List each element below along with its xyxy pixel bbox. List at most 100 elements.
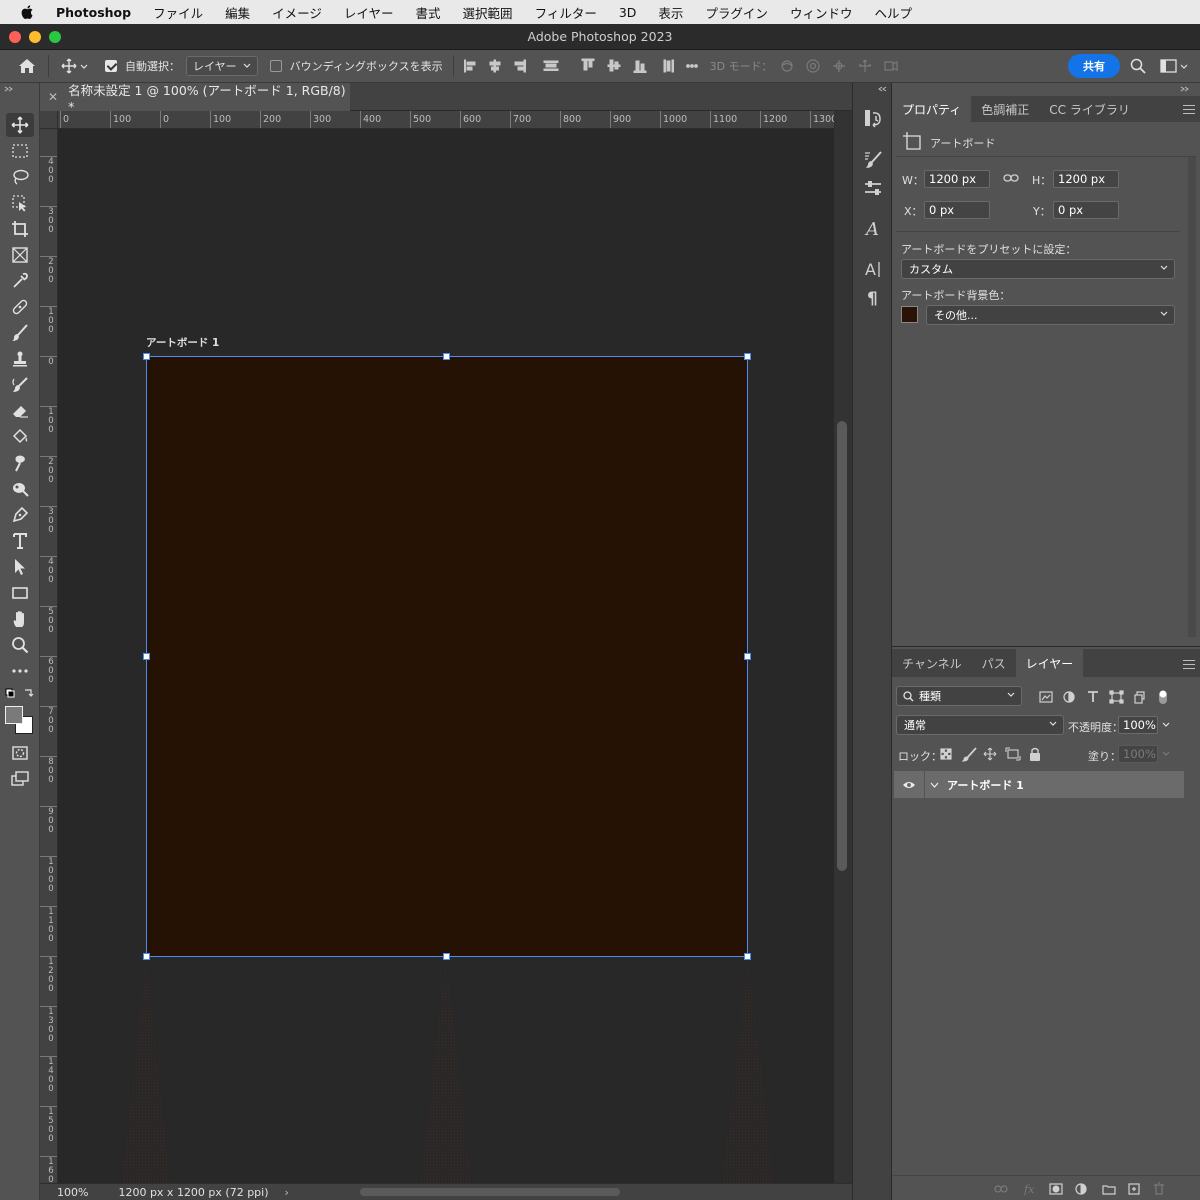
resize-handle-top[interactable]	[443, 353, 450, 360]
artboard[interactable]	[143, 353, 751, 960]
layer-row[interactable]: アートボード 1	[894, 771, 1184, 798]
search-icon[interactable]	[1130, 55, 1146, 77]
auto-select-checkbox[interactable]	[105, 60, 117, 72]
screen-mode-button[interactable]	[6, 767, 34, 791]
chevron-down-icon[interactable]	[1162, 722, 1170, 728]
lasso-tool[interactable]	[6, 165, 34, 189]
eye-icon[interactable]	[902, 780, 916, 790]
adjustments-button[interactable]	[857, 175, 889, 201]
menu-file[interactable]: ファイル	[153, 3, 203, 22]
menu-help[interactable]: ヘルプ	[874, 3, 912, 22]
hand-tool[interactable]	[6, 607, 34, 631]
resize-handle-bottom-left[interactable]	[143, 953, 150, 960]
eyedropper-tool[interactable]	[6, 269, 34, 293]
resize-handle-top-left[interactable]	[143, 353, 150, 360]
marquee-tool[interactable]	[6, 139, 34, 163]
properties-scrollbar[interactable]	[1188, 157, 1196, 637]
resize-handle-left[interactable]	[143, 653, 150, 660]
preset-dropdown[interactable]: カスタム	[901, 259, 1175, 279]
opacity-field[interactable]: 100%	[1118, 716, 1158, 734]
layer-action-icons[interactable]: fx	[994, 1182, 1174, 1196]
bg-color-dropdown[interactable]: その他...	[926, 305, 1175, 325]
smudge-tool[interactable]	[6, 451, 34, 475]
healing-brush-tool[interactable]	[6, 295, 34, 319]
resize-handle-top-right[interactable]	[744, 353, 751, 360]
edit-toolbar-button[interactable]	[6, 659, 34, 683]
menu-filter[interactable]: フィルター	[535, 3, 597, 22]
home-icon[interactable]	[18, 55, 36, 77]
crop-tool[interactable]	[6, 217, 34, 241]
blend-mode-dropdown[interactable]: 通常	[896, 715, 1064, 735]
artboard-label[interactable]: アートボード 1	[146, 335, 219, 350]
resize-handle-bottom-right[interactable]	[744, 953, 751, 960]
brush-settings-button[interactable]	[857, 147, 889, 173]
minimize-window-button[interactable]	[29, 31, 41, 43]
history-panel-button[interactable]	[857, 105, 889, 131]
y-field[interactable]: 0 px	[1053, 201, 1119, 219]
tab-cc-libraries[interactable]: CC ライブラリ	[1039, 96, 1140, 122]
history-brush-tool[interactable]	[6, 373, 34, 397]
fill-field[interactable]: 100%	[1118, 745, 1158, 763]
brush-tool[interactable]	[6, 321, 34, 345]
quick-mask-button[interactable]	[6, 741, 34, 765]
close-window-button[interactable]	[9, 31, 21, 43]
height-field[interactable]: 1200 px	[1053, 170, 1119, 188]
frame-tool[interactable]	[6, 243, 34, 267]
panel-menu-icon[interactable]	[1183, 105, 1195, 114]
type-tool[interactable]	[6, 529, 34, 553]
expand-panels-icon[interactable]	[878, 86, 888, 92]
character-panel-button[interactable]: A	[857, 256, 889, 282]
menu-select[interactable]: 選択範囲	[463, 3, 513, 22]
scrollbar-thumb[interactable]	[837, 421, 847, 871]
swap-colors-icon[interactable]	[5, 688, 35, 700]
menu-image[interactable]: イメージ	[272, 3, 322, 22]
path-selection-tool[interactable]	[6, 555, 34, 579]
move-tool-preset-icon[interactable]	[61, 55, 93, 77]
workspace-icon[interactable]	[1160, 55, 1190, 77]
paragraph-panel-button[interactable]: ¶	[857, 284, 889, 310]
clone-stamp-tool[interactable]	[6, 347, 34, 371]
tab-layers[interactable]: レイヤー	[1015, 649, 1084, 677]
layer-filter-icons[interactable]	[1038, 689, 1178, 705]
link-icon[interactable]	[1003, 173, 1019, 183]
width-field[interactable]: 1200 px	[924, 170, 990, 188]
share-button[interactable]: 共有	[1068, 54, 1120, 78]
resize-handle-bottom[interactable]	[443, 953, 450, 960]
foreground-color-swatch[interactable]	[5, 706, 23, 724]
zoom-level[interactable]: 100%	[57, 1186, 88, 1199]
chevron-down-icon[interactable]	[930, 782, 939, 788]
tab-adjustments[interactable]: 色調補正	[971, 96, 1039, 122]
horizontal-scrollbar[interactable]	[360, 1188, 620, 1196]
glyphs-button[interactable]: A	[857, 215, 889, 241]
menu-3d[interactable]: 3D	[619, 5, 637, 20]
tab-properties[interactable]: プロパティ	[892, 96, 972, 122]
app-menu[interactable]: Photoshop	[56, 5, 131, 20]
collapse-icon[interactable]	[4, 86, 14, 92]
dodge-tool[interactable]	[6, 477, 34, 501]
vertical-scrollbar[interactable]	[834, 111, 852, 1183]
zoom-tool[interactable]	[6, 633, 34, 657]
canvas-area[interactable]: アートボード 1	[58, 129, 834, 1183]
color-swatches[interactable]	[5, 706, 35, 736]
menu-layer[interactable]: レイヤー	[344, 3, 394, 22]
eraser-tool[interactable]	[6, 399, 34, 423]
document-tab[interactable]: ✕ 名称未設定 1 @ 100% (アートボード 1, RGB/8) *	[40, 83, 350, 114]
paint-bucket-tool[interactable]	[6, 425, 34, 449]
close-tab-icon[interactable]: ✕	[48, 90, 58, 104]
x-field[interactable]: 0 px	[924, 201, 990, 219]
object-select-tool[interactable]	[6, 191, 34, 215]
bounding-box-checkbox[interactable]	[269, 60, 282, 72]
collapse-panel-icon[interactable]	[1180, 86, 1190, 92]
maximize-window-button[interactable]	[49, 31, 61, 43]
menu-edit[interactable]: 編集	[225, 3, 250, 22]
bg-color-swatch[interactable]	[901, 306, 918, 323]
rectangle-tool[interactable]	[6, 581, 34, 605]
menu-window[interactable]: ウィンドウ	[790, 3, 853, 22]
tab-channels[interactable]: チャンネル	[892, 649, 972, 677]
pen-tool[interactable]	[6, 503, 34, 527]
menu-type[interactable]: 書式	[416, 3, 441, 22]
menu-plugins[interactable]: プラグイン	[705, 3, 768, 22]
layer-filter-dropdown[interactable]: 種類	[896, 686, 1022, 706]
menu-view[interactable]: 表示	[658, 3, 683, 22]
move-tool[interactable]	[6, 113, 34, 137]
